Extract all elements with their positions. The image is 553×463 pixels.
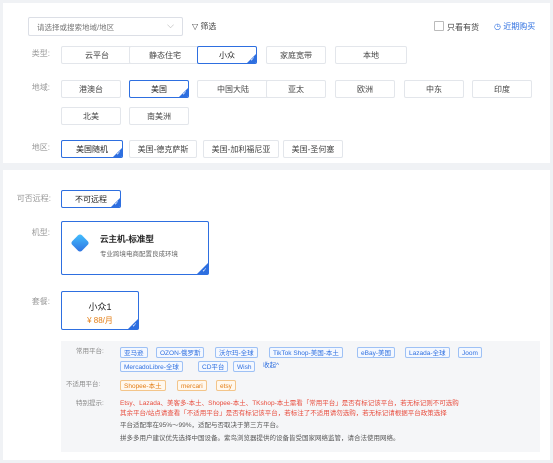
area-option-us-texas[interactable]: 美国-德克萨斯 <box>129 140 197 158</box>
platform-tag: eBay-美国 <box>357 347 395 358</box>
unsuitable-tag: Shopee-本土 <box>120 380 166 391</box>
region-search-select[interactable]: ⌵ <box>28 17 183 36</box>
region-option-middle-east[interactable]: 中东 <box>404 80 464 98</box>
remote-label: 可否远程: <box>16 194 51 203</box>
check-icon: ✓ <box>249 57 255 63</box>
type-option-cloud[interactable]: 云平台 <box>61 46 133 64</box>
area-label: 地区: <box>31 143 50 152</box>
check-icon: ✓ <box>115 151 121 157</box>
platform-tag: MercadoLibre-全球 <box>120 361 183 372</box>
check-icon: ✓ <box>113 201 119 207</box>
package-card-niche1[interactable]: 小众1 ¥ 88/月 ✓ <box>61 291 139 330</box>
search-input[interactable] <box>35 19 159 36</box>
type-option-static-residential[interactable]: 静态住宅 <box>129 46 201 64</box>
checkbox-box[interactable] <box>434 21 444 31</box>
region-option-europe[interactable]: 欧洲 <box>335 80 395 98</box>
chevron-down-icon: ⌵ <box>167 20 174 30</box>
region-option-usa[interactable]: 美国 ✓ <box>129 80 189 98</box>
type-label: 类型: <box>31 49 50 58</box>
package-price: ¥ 88/月 <box>87 316 113 325</box>
package-label: 套餐: <box>31 297 50 306</box>
platform-tag: Lazada-全球 <box>405 347 450 358</box>
type-option-niche[interactable]: 小众 ✓ <box>197 46 257 64</box>
platform-tag: TikTok Shop-美国-本土 <box>269 347 343 358</box>
machine-label: 机型: <box>31 228 50 237</box>
check-icon: ✓ <box>181 91 187 97</box>
machine-card-cloud-standard[interactable]: 云主机-标准型 专业跨境电商配置良成环境 ✓ <box>61 221 209 275</box>
common-platforms-label: 常用平台: <box>76 348 104 355</box>
type-option-local[interactable]: 本地 <box>335 46 407 64</box>
check-icon: ✓ <box>201 268 207 274</box>
area-option-us-california[interactable]: 美国-加利福尼亚 <box>203 140 279 158</box>
only-stock-checkbox[interactable]: 只看有货 <box>434 21 479 33</box>
platform-tag: Joom <box>458 347 482 358</box>
region-option-south-america[interactable]: 南美洲 <box>129 107 189 125</box>
tip-line-1: Etsy、Lazada、美客多-本土、Shopee-本土、TKshop-本土需看… <box>120 400 459 407</box>
region-option-india[interactable]: 印度 <box>472 80 532 98</box>
unsuitable-tag: etsy <box>216 380 236 391</box>
filter-button[interactable]: ▽ 筛选 <box>192 21 216 32</box>
platform-tag: Wish <box>233 361 256 372</box>
tip-line-4: 拼多多用户建议优先选择中国设备。紫鸟浏览器提供的设备皆受国家网络监管，请合法使用… <box>120 435 400 442</box>
cloud-host-icon <box>70 233 90 253</box>
clock-icon: ◷ <box>494 22 501 31</box>
region-option-asia-pacific[interactable]: 亚太 <box>266 80 326 98</box>
chevron-up-icon: ^ <box>276 362 280 369</box>
type-option-home-broadband[interactable]: 家庭宽带 <box>266 46 326 64</box>
package-name: 小众1 <box>88 302 112 312</box>
region-label: 地域: <box>31 83 50 92</box>
check-icon: ✓ <box>131 323 137 329</box>
platform-tag: 亚马逊 <box>120 347 148 358</box>
area-option-us-san-jose[interactable]: 美国-圣何塞 <box>283 140 343 158</box>
tip-line-2: 其余平台/站点请查看「不适用平台」是否有标记该平台，若标注了不适用请勿选购，若无… <box>120 410 447 417</box>
collapse-link[interactable]: 收起^ <box>263 361 279 371</box>
platform-tag: OZON-俄罗斯 <box>156 347 205 358</box>
region-option-hk-mo-tw[interactable]: 港澳台 <box>61 80 121 98</box>
region-option-north-america[interactable]: 北美 <box>61 107 121 125</box>
funnel-icon: ▽ <box>192 22 199 31</box>
tip-line-3: 平台适配率在95%～99%，适配与否取决于第三方平台。 <box>120 422 283 429</box>
tips-label: 特别提示: <box>76 400 104 407</box>
unsuitable-tag: mercari <box>177 380 207 391</box>
machine-title: 云主机-标准型 <box>100 234 154 244</box>
platform-tag: CD平台 <box>198 361 229 372</box>
platform-tag: 沃尔玛-全球 <box>215 347 258 358</box>
machine-desc: 专业跨境电商配置良成环境 <box>100 251 178 258</box>
unsuitable-platforms-label: 不适用平台: <box>66 381 101 388</box>
recent-purchase-link[interactable]: ◷ 近期购买 <box>494 21 535 32</box>
region-option-mainland-china[interactable]: 中国大陆 <box>197 80 269 98</box>
area-option-us-random[interactable]: 美国随机 ✓ <box>61 140 123 158</box>
remote-option-not-remote[interactable]: 不可远程 ✓ <box>61 190 121 208</box>
